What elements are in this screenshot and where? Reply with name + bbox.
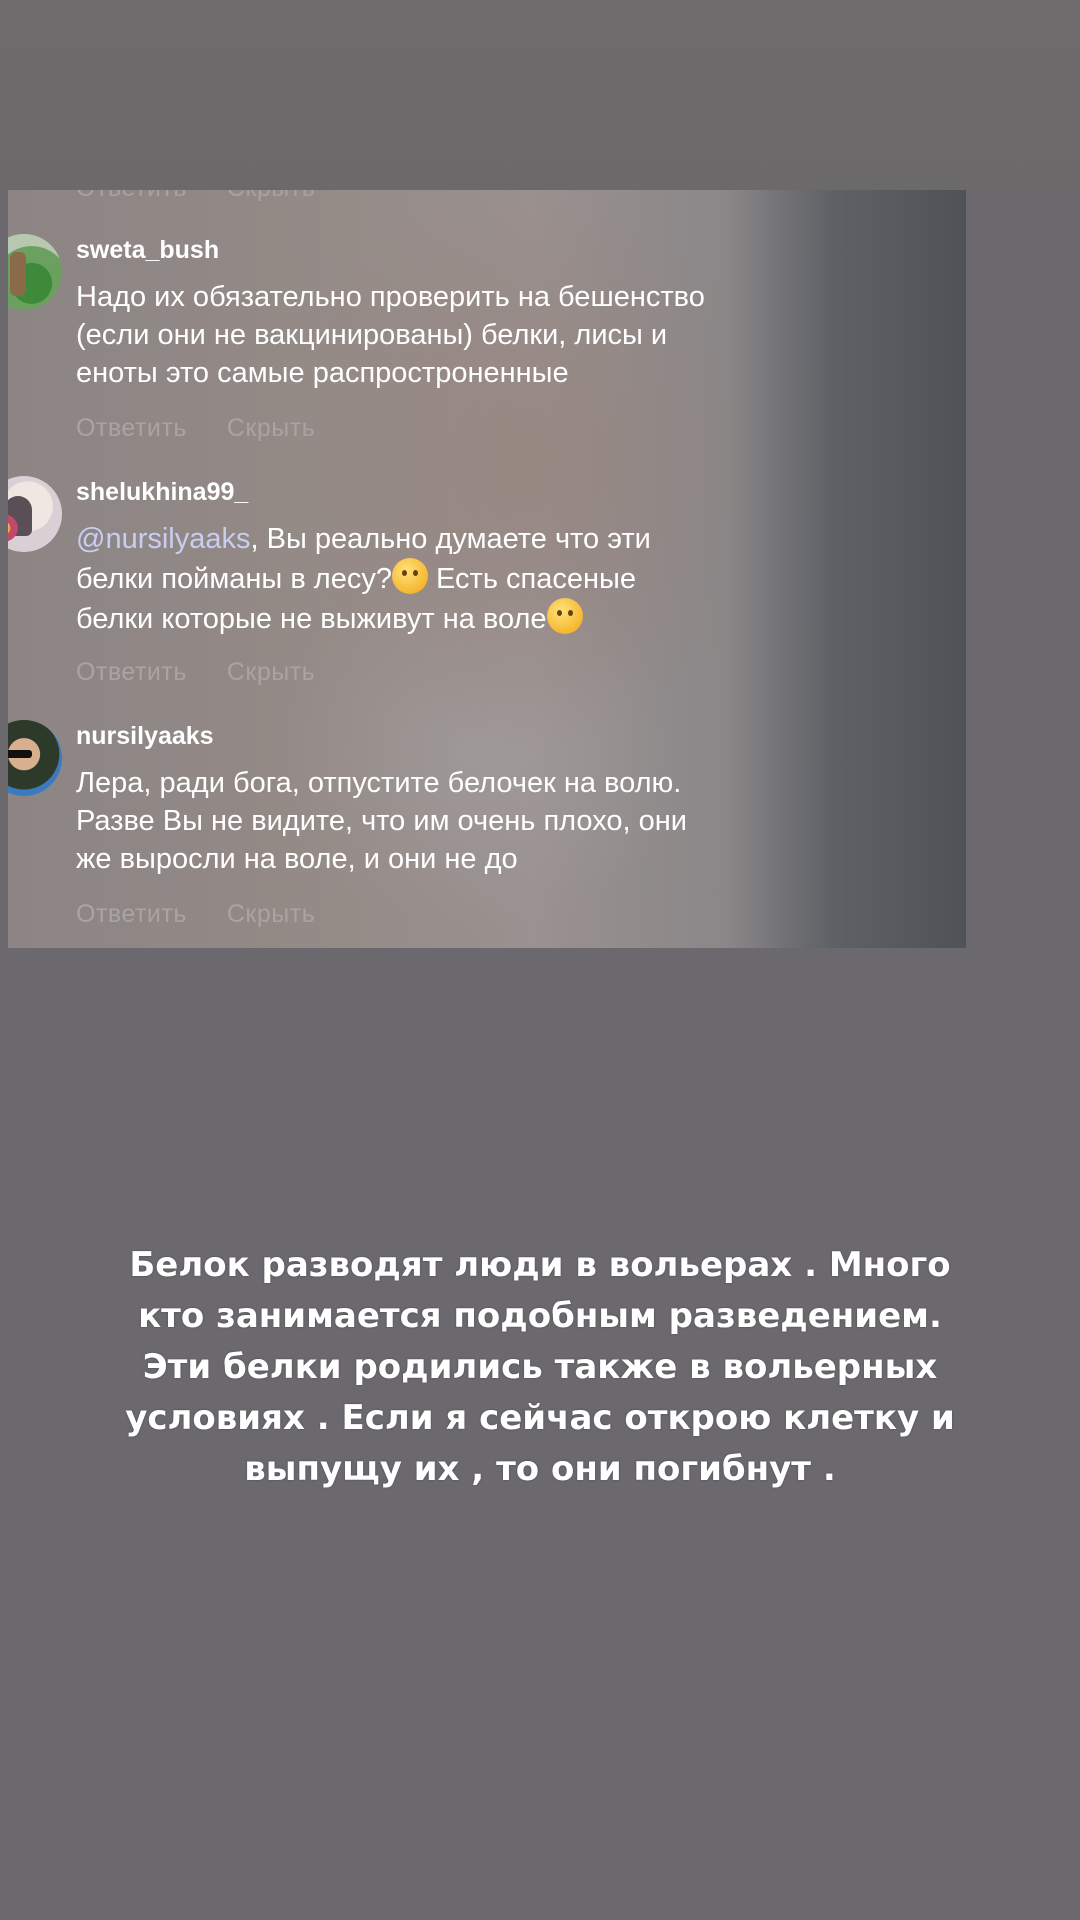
avatar[interactable] [8, 720, 62, 796]
comment-username[interactable]: sweta_bush [76, 236, 219, 265]
comment-actions: Ответить Скрыть [76, 658, 315, 687]
comment-text: Лера, ради бога, отпустите белочек на во… [76, 767, 687, 875]
reply-link[interactable]: Ответить [76, 900, 187, 928]
caption-line: условиях . Если я сейчас открою клетку и [125, 1398, 955, 1438]
reply-link[interactable]: Ответить [76, 658, 187, 686]
cut-off-comment-actions: Ответить Скрыть [76, 190, 315, 203]
hide-link[interactable]: Скрыть [227, 190, 315, 202]
caption-line: кто занимается подобным разведением. [138, 1296, 942, 1336]
caption-line: Белок разводят люди в вольерах . Много [129, 1245, 951, 1285]
comment-text: @nursilyaaks, Вы реально думаете что эти… [76, 523, 651, 635]
caption-line: Эти белки родились также в вольерных [142, 1347, 938, 1387]
story-caption: Белок разводят люди в вольерах . Много к… [60, 1240, 1020, 1495]
avatar[interactable] [8, 476, 62, 552]
hide-link[interactable]: Скрыть [227, 414, 315, 442]
thinking-face-emoji-icon [391, 558, 428, 594]
user-mention-link[interactable]: @nursilyaaks [76, 523, 251, 555]
comment-actions: Ответить Скрыть [76, 900, 315, 929]
reply-link[interactable]: Ответить [76, 190, 187, 202]
comments-screenshot: Ответить Скрыть sweta_bush Надо их обязат… [8, 190, 966, 948]
comment-username[interactable]: nursilyaaks [76, 722, 214, 751]
hide-link[interactable]: Скрыть [227, 900, 315, 928]
caption-line: выпущу их , то они погибнут . [244, 1449, 836, 1489]
winking-face-emoji-icon [546, 598, 583, 634]
comment-username[interactable]: shelukhina99_ [76, 478, 248, 507]
story-top-background [0, 0, 1080, 190]
comment-text: Надо их обязательно проверить на бешенст… [76, 281, 705, 389]
reply-link[interactable]: Ответить [76, 414, 187, 442]
hide-link[interactable]: Скрыть [227, 658, 315, 686]
avatar[interactable] [8, 234, 62, 310]
comment-actions: Ответить Скрыть [76, 414, 315, 443]
